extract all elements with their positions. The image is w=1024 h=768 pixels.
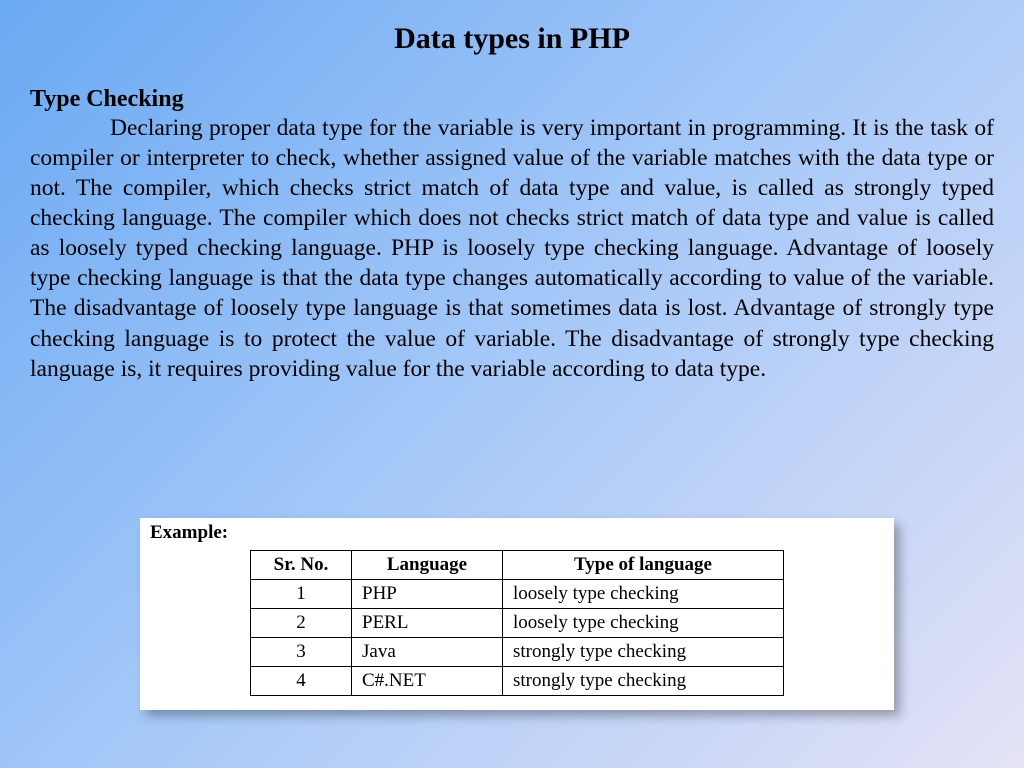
cell-type: loosely type checking — [503, 609, 784, 638]
cell-type: strongly type checking — [503, 667, 784, 696]
table-row: 2 PERL loosely type checking — [251, 609, 784, 638]
cell-lang: PERL — [352, 609, 503, 638]
language-table: Sr. No. Language Type of language 1 PHP … — [250, 550, 784, 696]
cell-sr: 4 — [251, 667, 352, 696]
cell-lang: C#.NET — [352, 667, 503, 696]
header-lang: Language — [352, 551, 503, 580]
cell-sr: 2 — [251, 609, 352, 638]
table-row: 4 C#.NET strongly type checking — [251, 667, 784, 696]
table-row: 3 Java strongly type checking — [251, 638, 784, 667]
header-sr: Sr. No. — [251, 551, 352, 580]
slide-title: Data types in PHP — [0, 0, 1024, 56]
example-box: Example: Sr. No. Language Type of langua… — [140, 518, 894, 710]
slide: Data types in PHP Type Checking Declarin… — [0, 0, 1024, 768]
header-type: Type of language — [503, 551, 784, 580]
table-header-row: Sr. No. Language Type of language — [251, 551, 784, 580]
cell-sr: 1 — [251, 580, 352, 609]
body-paragraph: Declaring proper data type for the varia… — [30, 113, 994, 384]
cell-lang: Java — [352, 638, 503, 667]
table-row: 1 PHP loosely type checking — [251, 580, 784, 609]
cell-type: loosely type checking — [503, 580, 784, 609]
cell-lang: PHP — [352, 580, 503, 609]
example-label: Example: — [150, 522, 886, 544]
cell-sr: 3 — [251, 638, 352, 667]
cell-type: strongly type checking — [503, 638, 784, 667]
section-heading: Type Checking — [30, 86, 1024, 113]
